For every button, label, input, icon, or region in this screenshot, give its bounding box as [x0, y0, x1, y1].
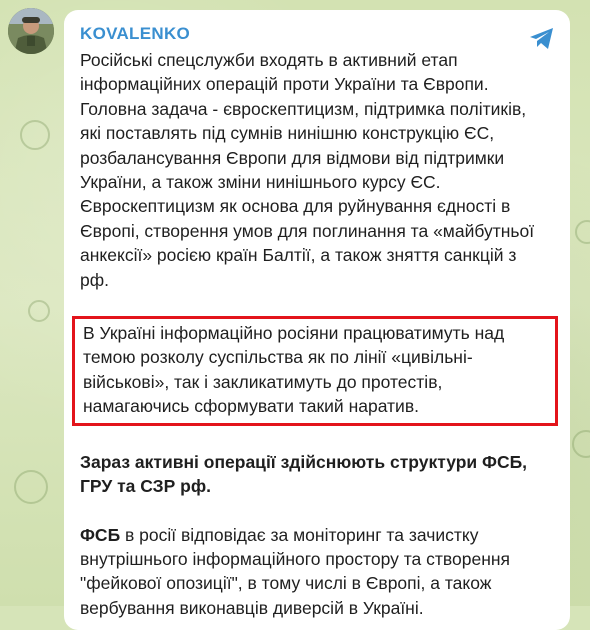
message-paragraph-highlighted: В Україні інформаційно росіяни працювати… [83, 323, 505, 417]
message-text: Російські спецслужби входять в активний … [72, 48, 558, 621]
doodle [14, 470, 48, 504]
channel-avatar[interactable] [8, 8, 54, 54]
highlighted-paragraph-box: В Україні інформаційно росіяни працювати… [72, 316, 558, 426]
doodle [572, 430, 590, 458]
avatar-image [8, 8, 54, 54]
message-paragraph: ФСБ в росії відповідає за моніторинг та … [80, 523, 536, 621]
doodle [575, 220, 590, 244]
fsb-description: в росії відповідає за моніторинг та зачи… [80, 524, 511, 618]
channel-name[interactable]: KOVALENKO [80, 22, 554, 46]
doodle [28, 300, 50, 322]
message-paragraph: Російські спецслужби входять в активний … [80, 50, 535, 290]
message-bubble: KOVALENKO Російські спецслужби входять в… [64, 10, 570, 630]
doodle [20, 120, 50, 150]
telegram-share-icon[interactable] [528, 24, 556, 52]
fsb-label: ФСБ [80, 524, 121, 545]
message-paragraph-bold: Зараз активні операції здійснюють структ… [80, 451, 528, 497]
